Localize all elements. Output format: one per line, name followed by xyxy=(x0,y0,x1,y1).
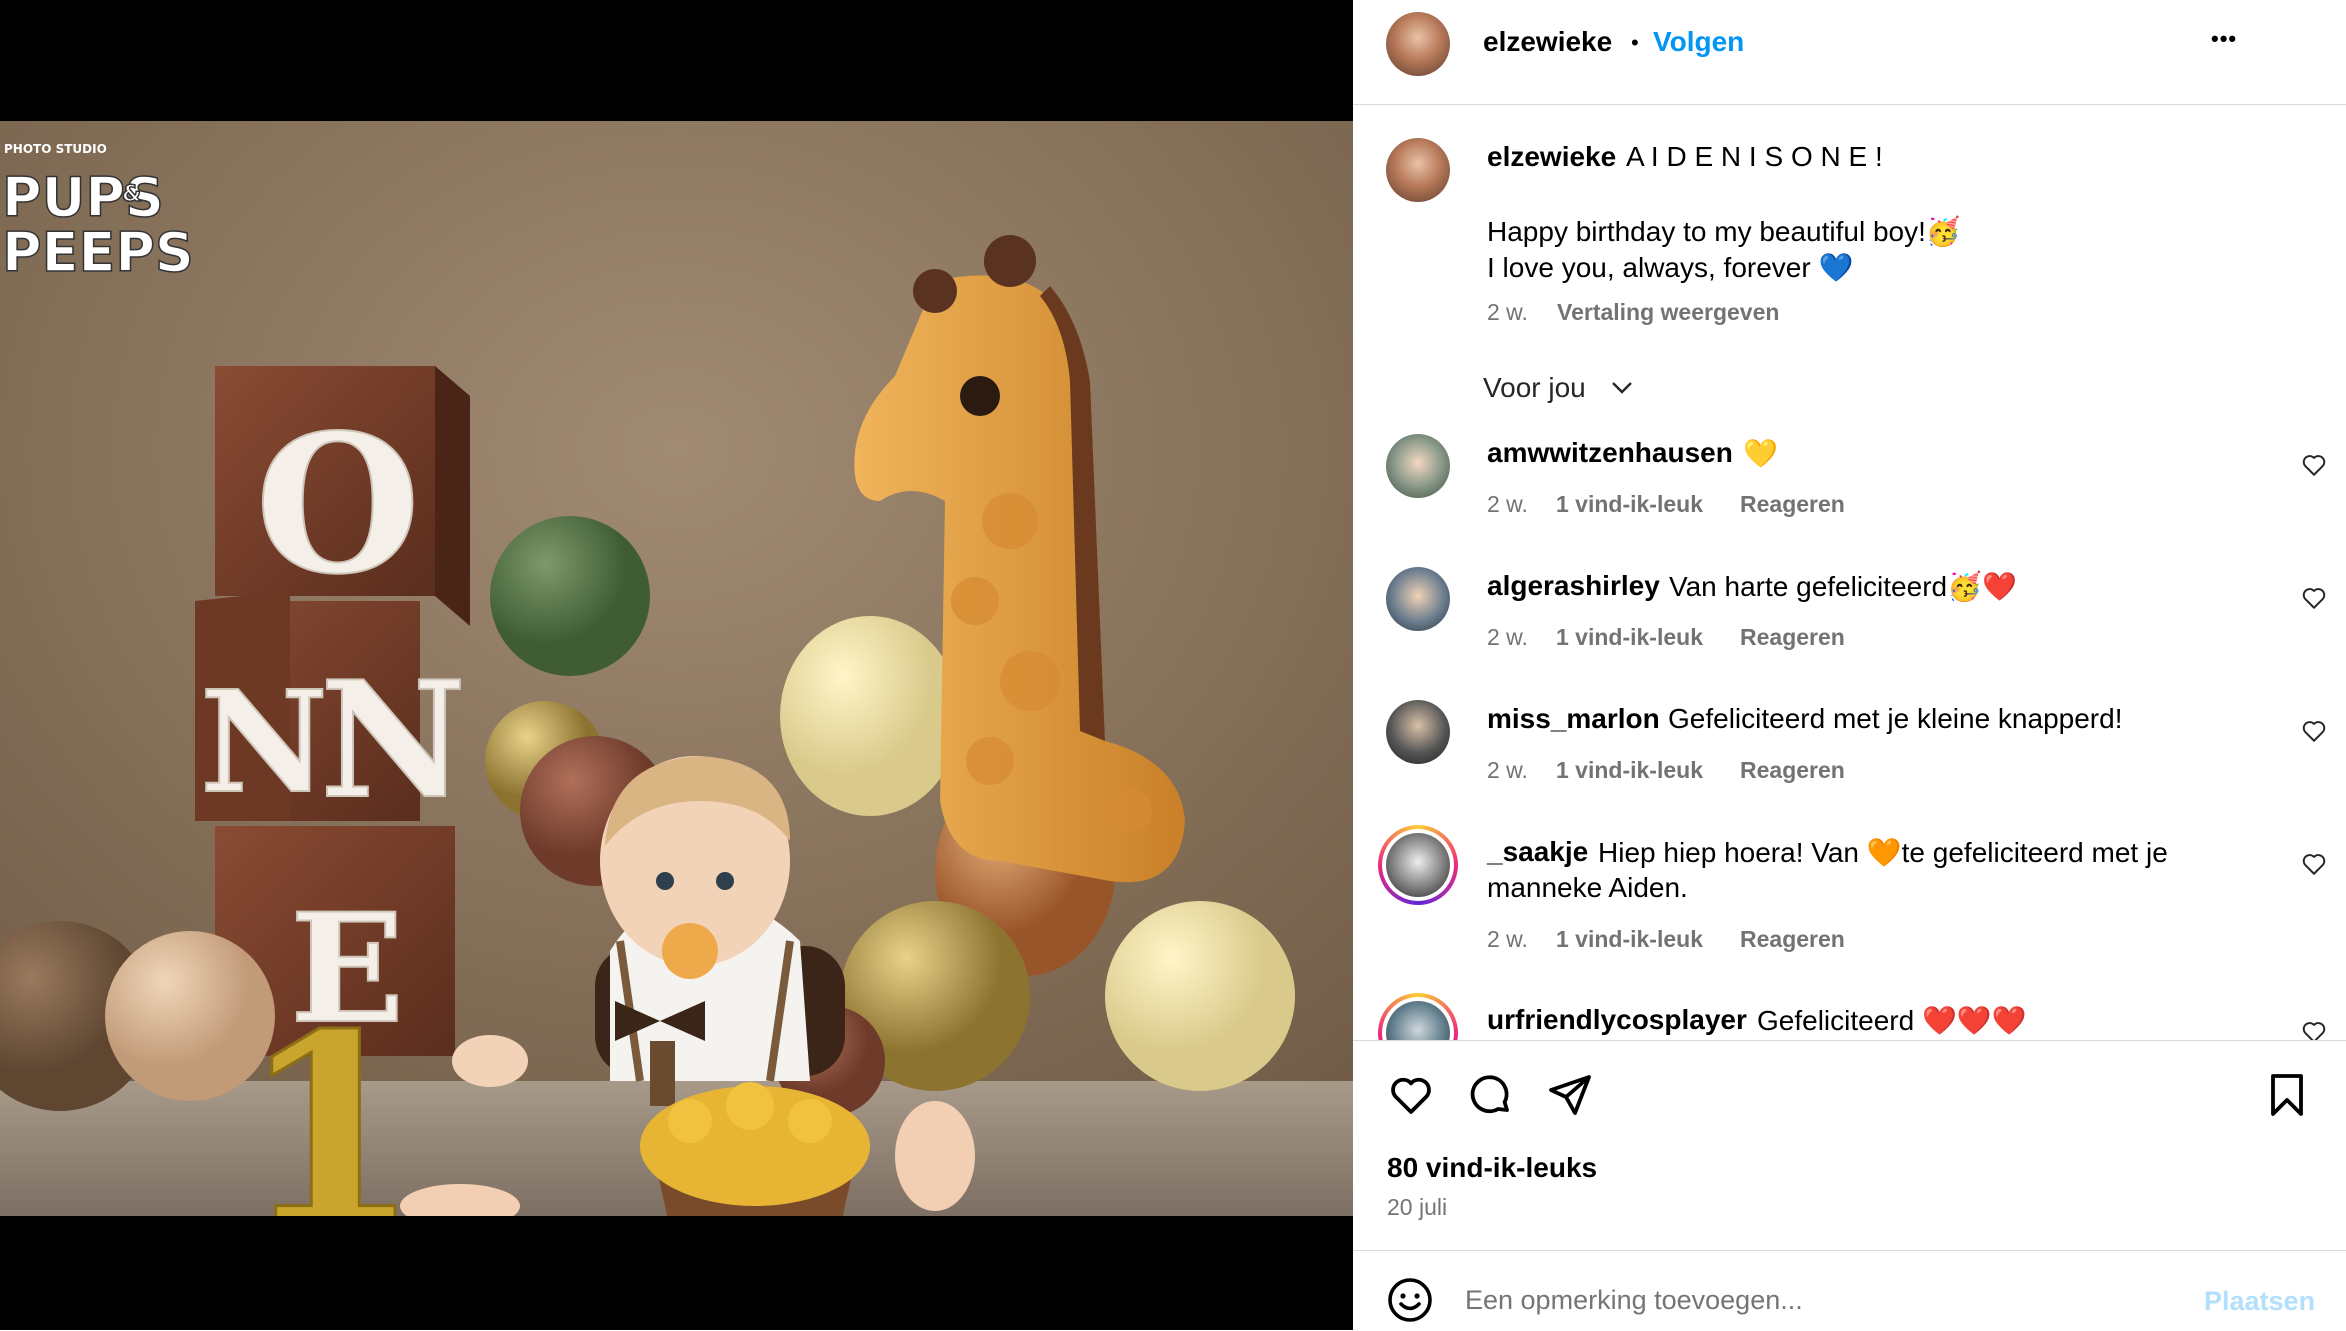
author-username[interactable]: elzewieke xyxy=(1483,26,1612,58)
comment-time[interactable]: 2 w. xyxy=(1487,624,1528,651)
reply-button[interactable]: Reageren xyxy=(1740,757,1845,784)
comment-username[interactable]: miss_marlon xyxy=(1487,703,1660,735)
post-header: elzewieke • Volgen ••• xyxy=(1353,0,2346,105)
svg-text:1: 1 xyxy=(240,978,421,1216)
svg-text:O: O xyxy=(255,393,421,616)
caption-line-1: Happy birthday to my beautiful boy!🥳 xyxy=(1487,216,1961,247)
comment-avatar[interactable] xyxy=(1386,567,1450,631)
translate-link[interactable]: Vertaling weergeven xyxy=(1557,299,1779,326)
comment-username[interactable]: urfriendlycosplayer xyxy=(1487,1004,1747,1036)
svg-text:PEEPS: PEEPS xyxy=(2,221,194,284)
story-ring[interactable] xyxy=(1378,825,1458,905)
comment-username[interactable]: amwwitzenhausen xyxy=(1487,437,1733,469)
comment-text: 💛 xyxy=(1743,438,1778,469)
comment-text: Van harte gefeliciteerd🥳❤️ xyxy=(1669,571,2017,602)
emoji-icon[interactable] xyxy=(1386,1276,1434,1324)
comment-likes[interactable]: 1 vind-ik-leuk xyxy=(1556,926,1703,953)
photo-panel: PHOTO STUDIO PUPS & PEEPS O N N E 1 xyxy=(0,0,1353,1330)
caption-avatar[interactable] xyxy=(1386,138,1450,202)
share-icon[interactable] xyxy=(1546,1071,1594,1119)
post-comment-button[interactable]: Plaatsen xyxy=(2204,1286,2315,1317)
comment-username[interactable]: algerashirley xyxy=(1487,570,1660,602)
comment-text: Gefeliciteerd met je kleine knapperd! xyxy=(1668,703,2123,734)
comment-avatar[interactable] xyxy=(1386,700,1450,764)
svg-text:PHOTO STUDIO: PHOTO STUDIO xyxy=(4,142,107,156)
comment-time[interactable]: 2 w. xyxy=(1487,757,1528,784)
svg-text:N: N xyxy=(320,646,466,834)
comment-like-heart-icon[interactable] xyxy=(2301,851,2327,877)
comment-avatar xyxy=(1386,833,1450,897)
likes-count[interactable]: 80 vind-ik-leuks xyxy=(1387,1152,1597,1184)
comment-like-heart-icon[interactable] xyxy=(2301,718,2327,744)
comment-icon[interactable] xyxy=(1466,1071,1514,1119)
story-ring[interactable] xyxy=(1378,993,1458,1040)
author-avatar[interactable] xyxy=(1386,12,1450,76)
comment-input[interactable] xyxy=(1463,1271,2167,1329)
comment-text: Hiep hiep hoera! Van 🧡te gefeliciteerd m… xyxy=(1598,837,2168,868)
post-date[interactable]: 20 juli xyxy=(1387,1194,1447,1221)
reply-button[interactable]: Reageren xyxy=(1740,926,1845,953)
reply-button[interactable]: Reageren xyxy=(1740,491,1845,518)
comment-box: Plaatsen xyxy=(1353,1250,2346,1331)
post-photo[interactable]: PHOTO STUDIO PUPS & PEEPS O N N E 1 xyxy=(0,121,1353,1216)
svg-text:N: N xyxy=(200,661,328,825)
comment-time[interactable]: 2 w. xyxy=(1487,491,1528,518)
gold-number: 1 xyxy=(239,977,423,1217)
caption-username[interactable]: elzewieke xyxy=(1487,141,1616,173)
action-bar: 80 vind-ik-leuks 20 juli xyxy=(1353,1040,2346,1251)
comments-list: amwwitzenhausen 💛 2 w. 1 vind-ik-leuk Re… xyxy=(1353,420,2346,1040)
caption-line-2: I love you, always, forever 💙 xyxy=(1487,252,1854,283)
comment-like-heart-icon[interactable] xyxy=(2301,585,2327,611)
comment-likes[interactable]: 1 vind-ik-leuk xyxy=(1556,491,1703,518)
comment-avatar[interactable] xyxy=(1386,434,1450,498)
svg-text:&: & xyxy=(122,182,141,207)
more-icon[interactable]: ••• xyxy=(2211,26,2237,52)
comment-username[interactable]: _saakje xyxy=(1487,836,1588,868)
post-sidebar: elzewieke • Volgen ••• elzewieke A I D E… xyxy=(1353,0,2346,1330)
follow-button[interactable]: Volgen xyxy=(1653,26,1744,58)
chevron-down-icon xyxy=(1612,382,1632,394)
caption-time[interactable]: 2 w. xyxy=(1487,299,1528,326)
caption-title: A I D E N I S O N E ! xyxy=(1626,141,1883,172)
reply-button[interactable]: Reageren xyxy=(1740,624,1845,651)
comment-time[interactable]: 2 w. xyxy=(1487,926,1528,953)
comment-likes[interactable]: 1 vind-ik-leuk xyxy=(1556,757,1703,784)
heart-icon[interactable] xyxy=(1387,1071,1435,1119)
filter-label: Voor jou xyxy=(1483,372,1586,403)
comment-like-heart-icon[interactable] xyxy=(2301,452,2327,478)
header-separator: • xyxy=(1631,30,1639,55)
comment-text-continued: manneke Aiden. xyxy=(1487,872,1688,903)
bookmark-icon[interactable] xyxy=(2263,1071,2311,1119)
comment-like-heart-icon[interactable] xyxy=(2301,1019,2327,1040)
comment-likes[interactable]: 1 vind-ik-leuk xyxy=(1556,624,1703,651)
comment-text: Gefeliciteerd ❤️❤️❤️ xyxy=(1757,1005,2027,1036)
